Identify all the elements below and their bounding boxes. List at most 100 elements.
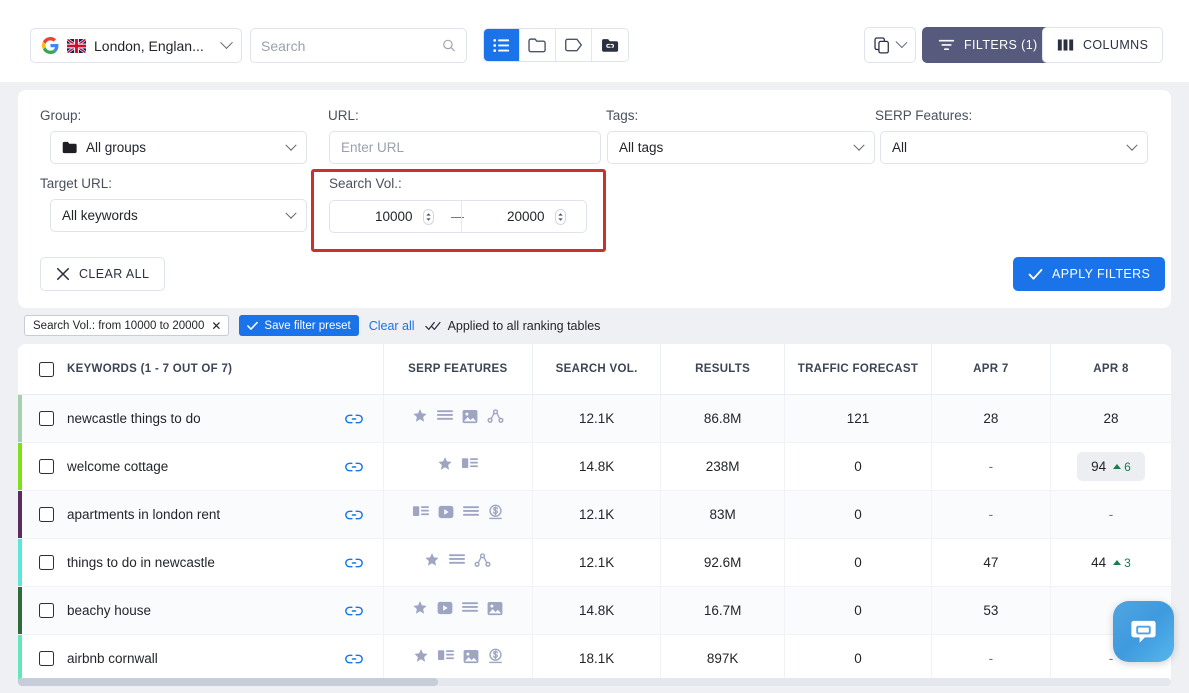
applied-note-label: Applied to all ranking tables (447, 318, 601, 333)
search-input[interactable] (261, 37, 442, 54)
chevron-down-icon (285, 139, 297, 151)
table-row[interactable]: things to do in newcastle 12.1K 92.6M 0 47 44… (18, 539, 1171, 587)
star-icon[interactable] (437, 456, 453, 477)
rank-cell-highlight[interactable]: 94 6 (1077, 452, 1145, 481)
apr8-cell[interactable]: 94 6 (1051, 443, 1171, 490)
dots-graph-icon[interactable] (474, 552, 491, 573)
image-icon[interactable] (463, 649, 479, 669)
stepper-icon[interactable] (422, 208, 434, 225)
star-icon[interactable] (412, 408, 428, 429)
target-url-select[interactable]: All keywords (50, 199, 307, 232)
clear-all-button[interactable]: CLEAR ALL (40, 257, 166, 291)
save-filter-preset-button[interactable]: Save filter preset (239, 315, 359, 336)
video-icon[interactable] (438, 505, 454, 524)
snippet-icon[interactable] (462, 457, 479, 476)
view-toggle-tag[interactable] (556, 29, 592, 61)
column-header-search-vol[interactable]: SEARCH VOL. (533, 344, 662, 394)
keyword-cell[interactable]: beachy house (18, 587, 326, 634)
column-header-results[interactable]: RESULTS (661, 344, 786, 394)
apr7-cell[interactable]: 47 (932, 539, 1051, 586)
search-vol-max-group[interactable] (462, 201, 586, 232)
serp-features-select[interactable]: All (880, 131, 1148, 164)
table-row[interactable]: apartments in london rent 12.1K 83M 0 - - (18, 491, 1171, 539)
apr7-cell[interactable]: 28 (932, 395, 1051, 442)
row-checkbox[interactable] (39, 603, 54, 618)
active-filter-chip[interactable]: Search Vol.: from 10000 to 20000 ✕ (24, 315, 230, 336)
scrollbar-thumb[interactable] (18, 678, 438, 686)
search-vol-min-input[interactable] (350, 209, 413, 224)
chat-widget-button[interactable] (1113, 601, 1174, 662)
dots-graph-icon[interactable] (487, 408, 504, 429)
horizontal-scrollbar[interactable] (18, 678, 1171, 686)
search-box[interactable] (250, 28, 467, 63)
keyword-cell[interactable]: apartments in london rent (18, 491, 326, 538)
column-header-apr7[interactable]: APR 7 (932, 344, 1051, 394)
column-header-serp-features[interactable]: SERP FEATURES (384, 344, 534, 394)
keyword-cell[interactable]: airbnb cornwall (18, 635, 326, 682)
apply-filters-button[interactable]: APPLY FILTERS (1013, 257, 1166, 291)
star-icon[interactable] (412, 600, 428, 621)
table-row[interactable]: beachy house 14.8K 16.7M 0 53 (18, 587, 1171, 635)
list-icon[interactable] (462, 505, 479, 524)
view-toggle-list[interactable] (484, 29, 520, 61)
columns-button[interactable]: COLUMNS (1042, 27, 1164, 63)
apr7-cell[interactable]: - (932, 491, 1051, 538)
select-all-checkbox[interactable] (39, 361, 54, 377)
stepper-icon[interactable] (554, 208, 566, 225)
list-icon[interactable] (462, 601, 479, 620)
table-row[interactable]: welcome cottage 14.8K 238M 0 - 94 6 (18, 443, 1171, 491)
url-field[interactable]: Enter URL (329, 131, 601, 164)
search-vol-min-group[interactable] (330, 201, 454, 232)
apr7-cell[interactable]: - (932, 443, 1051, 490)
column-header-traffic-forecast[interactable]: TRAFFIC FORECAST (785, 344, 932, 394)
row-checkbox[interactable] (39, 651, 54, 666)
column-header-apr8[interactable]: APR 8 (1051, 344, 1171, 394)
clear-all-link[interactable]: Clear all (369, 319, 415, 333)
apr8-cell[interactable]: 44 3 (1051, 539, 1171, 586)
tags-select[interactable]: All tags (607, 131, 875, 164)
keyword-url-link[interactable] (326, 635, 384, 682)
video-icon[interactable] (437, 601, 453, 620)
column-header-keywords[interactable]: KEYWORDS (1 - 7 OUT OF 7) (18, 344, 384, 394)
apr8-cell[interactable]: 28 (1051, 395, 1171, 442)
row-checkbox[interactable] (39, 411, 54, 426)
keyword-cell[interactable]: welcome cottage (18, 443, 326, 490)
table-row[interactable]: newcastle things to do 12.1K 86.8M 121 28 28 (18, 395, 1171, 443)
list-icon[interactable] (449, 553, 466, 572)
keyword-url-link[interactable] (326, 395, 384, 442)
image-icon[interactable] (487, 601, 503, 621)
snippet-icon[interactable] (412, 505, 429, 524)
apr7-cell[interactable]: - (932, 635, 1051, 682)
apr8-cell[interactable]: - (1051, 491, 1171, 538)
filters-button[interactable]: FILTERS (1) (922, 27, 1054, 63)
money-icon[interactable] (488, 504, 503, 525)
search-vol-range[interactable]: — (329, 200, 587, 233)
list-icon[interactable] (436, 409, 453, 428)
view-toggle-linked-folder[interactable] (592, 29, 628, 61)
tags-value: All tags (619, 140, 664, 155)
row-checkbox[interactable] (39, 507, 54, 522)
table-row[interactable]: airbnb cornwall 18.1K 897K 0 - - (18, 635, 1171, 683)
row-checkbox[interactable] (39, 459, 54, 474)
money-icon[interactable] (488, 648, 503, 669)
remove-filter-icon[interactable]: ✕ (211, 320, 221, 332)
image-icon[interactable] (462, 409, 478, 429)
search-vol-max-input[interactable] (482, 209, 545, 224)
keyword-url-link[interactable] (326, 539, 384, 586)
keyword-url-link[interactable] (326, 587, 384, 634)
apr7-cell[interactable]: 53 (932, 587, 1051, 634)
snippet-icon[interactable] (437, 649, 454, 668)
applied-note: Applied to all ranking tables (424, 318, 601, 333)
location-selector[interactable]: London, Englan... (30, 28, 242, 63)
view-toggle-folder[interactable] (520, 29, 556, 61)
keyword-url-link[interactable] (326, 491, 384, 538)
keyword-label: beachy house (67, 603, 152, 618)
keyword-url-link[interactable] (326, 443, 384, 490)
keyword-cell[interactable]: newcastle things to do (18, 395, 326, 442)
group-select[interactable]: All groups (50, 131, 307, 164)
copy-to-button[interactable] (864, 27, 916, 63)
star-icon[interactable] (424, 552, 440, 573)
star-icon[interactable] (413, 648, 429, 669)
row-checkbox[interactable] (39, 555, 54, 570)
keyword-cell[interactable]: things to do in newcastle (18, 539, 326, 586)
